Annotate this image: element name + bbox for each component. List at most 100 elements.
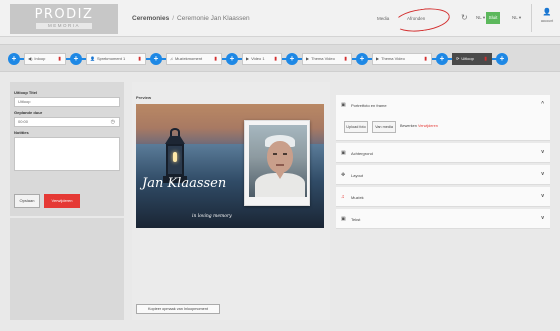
chevron-down-icon[interactable]: v: [541, 171, 544, 177]
ceremony-steps-bar: + ◀) Inloop ▮ + 👤 Sprekmoment 1 ▮ + ♫ Muziekm…: [0, 44, 560, 72]
step-label: Inloop: [34, 56, 46, 61]
step-sprekmoment-1[interactable]: 👤 Sprekmoment 1 ▮: [86, 53, 146, 65]
user-icon: 👤: [542, 9, 552, 16]
undo-icon[interactable]: ↻: [461, 13, 468, 22]
step-label: Sprekmoment 1: [96, 56, 126, 61]
chevron-down-icon[interactable]: v: [541, 149, 544, 155]
duration-value: 00:00: [18, 119, 29, 124]
trash-icon[interactable]: ▮: [214, 54, 217, 64]
language-select-2[interactable]: NL ▾: [512, 15, 521, 21]
accordion-layout-label: Layout: [351, 172, 364, 178]
account-label: account: [540, 19, 554, 23]
person-icon: 👤: [90, 56, 95, 61]
trash-icon[interactable]: ▮: [58, 54, 61, 64]
music-icon: ♫: [170, 56, 173, 61]
step-label: Thema Video: [311, 56, 335, 61]
opslaan-button[interactable]: Opslaan: [14, 194, 40, 208]
duration-label: Geplande duur: [14, 110, 43, 115]
accordion-text[interactable]: ▣ Tekst v: [336, 209, 550, 229]
chevron-down-icon[interactable]: v: [541, 193, 544, 199]
edit-link[interactable]: Bewerken: [400, 124, 417, 128]
step-settings-panel: Uitloop Titel Uitloop Geplande duur 00:0…: [10, 82, 124, 320]
app-logo[interactable]: PRODIZ MEMORIA: [10, 4, 118, 34]
breadcrumb: Ceremonies / Ceremonie Jan Klaassen: [132, 15, 250, 22]
logo-title: PRODIZ: [34, 7, 94, 22]
afronden-highlight-circle: [392, 5, 452, 35]
trash-icon[interactable]: ▮: [138, 54, 141, 64]
accordion-text-label: Tekst: [351, 216, 361, 222]
step-label: Thema Video: [381, 56, 405, 61]
step-muziekmoment[interactable]: ♫ Muziekmoment ▮: [166, 53, 222, 65]
add-step-button[interactable]: +: [70, 53, 82, 65]
header-divider: [531, 4, 532, 32]
notes-label: Notities: [14, 130, 29, 135]
accordion-portrait-label[interactable]: Portretfoto en frame: [351, 103, 387, 108]
add-step-button[interactable]: +: [286, 53, 298, 65]
add-step-button[interactable]: +: [150, 53, 162, 65]
title-label: Uitloop Titel: [14, 90, 38, 95]
trash-icon[interactable]: ▮: [274, 54, 277, 64]
duration-input[interactable]: 00:00 ◷: [14, 117, 120, 127]
delete-photo-link[interactable]: Verwijderen: [418, 124, 438, 128]
panel-divider: [10, 216, 124, 218]
step-inloop[interactable]: ◀) Inloop ▮: [24, 53, 66, 65]
upload-photo-button[interactable]: Upload foto: [344, 121, 368, 133]
in-loving-memory-text: in loving memory: [192, 214, 232, 219]
accordion-background-label: Achtergrond: [351, 150, 373, 156]
chevron-down-icon[interactable]: v: [541, 215, 544, 221]
add-step-button[interactable]: +: [226, 53, 238, 65]
accordion-background[interactable]: ▣ Achtergrond v: [336, 143, 550, 163]
from-media-button[interactable]: Van media: [372, 121, 396, 133]
verwijderen-button[interactable]: Verwijderen: [44, 194, 80, 208]
breadcrumb-separator: /: [172, 15, 175, 22]
breadcrumb-ceremonies-link[interactable]: Ceremonies: [132, 15, 169, 22]
move-icon: ✥: [341, 172, 346, 178]
play-icon: ▶: [306, 56, 310, 61]
portrait-photo: [249, 125, 307, 197]
deceased-name-text: Jan Klaassen: [142, 176, 227, 191]
step-label: Video 1: [251, 56, 265, 61]
breadcrumb-current: Ceremonie Jan Klaassen: [177, 15, 250, 22]
chevron-up-icon[interactable]: ^: [541, 101, 544, 107]
add-step-button[interactable]: +: [496, 53, 508, 65]
preview-label: Preview: [136, 95, 152, 100]
trash-icon[interactable]: ▮: [484, 54, 487, 64]
play-icon: ▶: [246, 56, 250, 61]
top-header: PRODIZ MEMORIA Ceremonies / Ceremonie Jan …: [0, 0, 560, 37]
step-uitloop-active[interactable]: ⟳ Uitloop ▮: [452, 53, 492, 65]
add-step-button[interactable]: +: [8, 53, 20, 65]
speaker-icon: ◀): [28, 56, 33, 61]
copy-layout-button[interactable]: Kopieer opmaak van Inloopmoment: [136, 304, 220, 314]
add-step-button[interactable]: +: [436, 53, 448, 65]
logo-subtitle-bar: MEMORIA: [36, 23, 92, 29]
accordion-music[interactable]: ♫ Muziek v: [336, 187, 550, 207]
step-video-1[interactable]: ▶ Video 1 ▮: [242, 53, 282, 65]
background-icon: ▣: [341, 150, 346, 156]
account-button[interactable]: 👤 account: [536, 9, 558, 23]
text-icon: ▣: [341, 216, 346, 222]
logo-subtitle: MEMORIA: [47, 23, 80, 28]
media-link[interactable]: Media: [377, 16, 389, 21]
step-label: Uitloop: [461, 56, 474, 61]
trash-icon[interactable]: ▮: [424, 54, 427, 64]
exit-icon: ⟳: [456, 56, 460, 61]
portrait-frame[interactable]: [244, 120, 310, 206]
notes-textarea[interactable]: [14, 137, 120, 171]
image-icon: ▣: [341, 102, 346, 108]
trash-icon[interactable]: ▮: [344, 54, 347, 64]
language-select-1[interactable]: NL ▾: [476, 15, 485, 21]
step-thema-video-2[interactable]: ▶ Thema Video ▮: [372, 53, 432, 65]
accordion-layout[interactable]: ✥ Layout v: [336, 165, 550, 185]
step-thema-video-1[interactable]: ▶ Thema Video ▮: [302, 53, 352, 65]
preview-area: Preview Jan Klaassen in loving memory Ko…: [132, 82, 330, 320]
accordion-music-label: Muziek: [351, 194, 364, 200]
play-icon: ▶: [376, 56, 380, 61]
slide-preview[interactable]: Jan Klaassen in loving memory: [136, 104, 324, 228]
accordion-portrait: ▣ Portretfoto en frame ^ Upload foto Van…: [336, 95, 550, 141]
title-input[interactable]: Uitloop: [14, 97, 120, 107]
add-step-button[interactable]: +: [356, 53, 368, 65]
save-button[interactable]: Sluit: [486, 12, 500, 24]
music-note-icon: ♫: [341, 194, 345, 200]
step-label: Muziekmoment: [175, 56, 203, 61]
clock-icon: ◷: [110, 119, 115, 125]
